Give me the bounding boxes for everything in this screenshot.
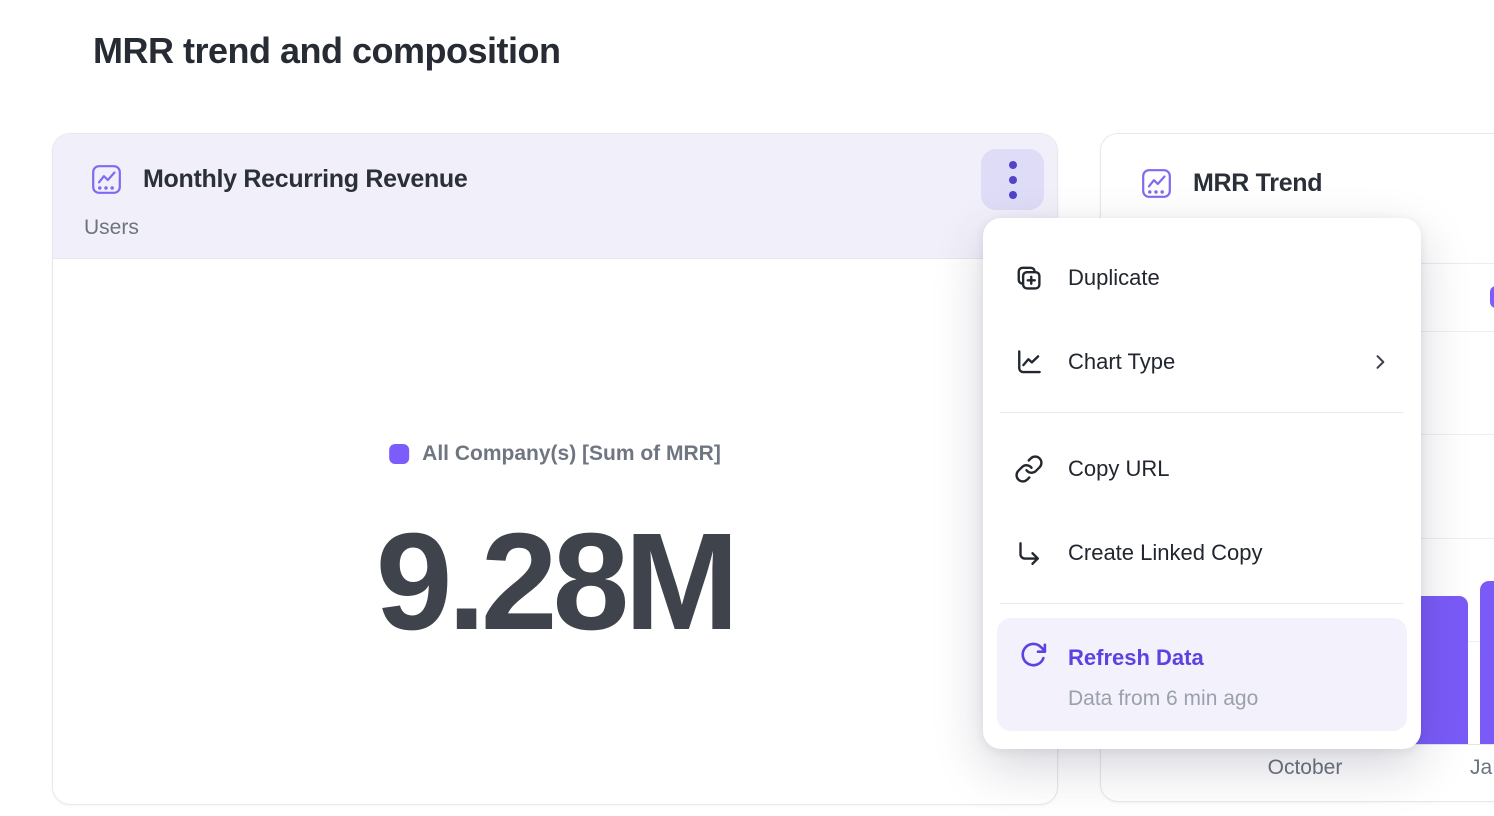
menu-item-label: Chart Type bbox=[1068, 349, 1175, 375]
legend-label: All Company(s) [Sum of MRR] bbox=[422, 442, 721, 466]
mrr-card-title-row: Monthly Recurring Revenue bbox=[91, 164, 468, 195]
menu-item-label: Create Linked Copy bbox=[1068, 540, 1262, 566]
mrr-big-number: 9.28M bbox=[376, 472, 735, 693]
page-title: MRR trend and composition bbox=[93, 30, 561, 72]
trend-bar[interactable] bbox=[1480, 581, 1494, 744]
menu-item-refresh-data[interactable]: Refresh Data Data from 6 min ago bbox=[997, 618, 1407, 731]
x-tick-january-partial: Ja bbox=[1470, 756, 1492, 780]
refresh-data-age-text: Data from 6 min ago bbox=[1068, 687, 1390, 711]
x-tick-october: October bbox=[1232, 756, 1378, 780]
card-options-button[interactable] bbox=[981, 149, 1044, 210]
chart-widget-icon bbox=[91, 164, 122, 195]
duplicate-icon bbox=[1014, 263, 1044, 293]
menu-item-label: Copy URL bbox=[1068, 456, 1169, 482]
mrr-card-subtitle: Users bbox=[84, 216, 139, 240]
chevron-right-icon bbox=[1370, 352, 1390, 372]
card-context-menu: Duplicate Chart Type Copy URL bbox=[983, 218, 1421, 749]
legend-swatch-icon bbox=[389, 444, 409, 464]
refresh-icon bbox=[1018, 640, 1048, 676]
mrr-legend: All Company(s) [Sum of MRR] bbox=[389, 442, 721, 466]
menu-item-label: Refresh Data bbox=[1068, 645, 1204, 671]
chart-widget-icon bbox=[1141, 168, 1172, 199]
mrr-card-header: Monthly Recurring Revenue Users bbox=[53, 134, 1057, 259]
menu-item-duplicate[interactable]: Duplicate bbox=[997, 236, 1407, 320]
menu-item-label: Duplicate bbox=[1068, 265, 1160, 291]
chart-type-icon bbox=[1014, 347, 1044, 377]
trend-card-title: MRR Trend bbox=[1193, 169, 1322, 198]
kebab-menu-icon bbox=[1009, 161, 1017, 169]
legend-swatch-icon bbox=[1490, 286, 1494, 308]
menu-divider bbox=[1000, 412, 1404, 413]
trend-card-title-row: MRR Trend bbox=[1141, 168, 1322, 199]
menu-item-create-linked-copy[interactable]: Create Linked Copy bbox=[997, 511, 1407, 595]
link-icon bbox=[1014, 454, 1044, 484]
mrr-card-title: Monthly Recurring Revenue bbox=[143, 165, 468, 194]
mrr-card: Monthly Recurring Revenue Users All Comp… bbox=[52, 133, 1058, 805]
menu-item-chart-type[interactable]: Chart Type bbox=[997, 320, 1407, 404]
linked-copy-arrow-icon bbox=[1014, 538, 1044, 568]
menu-divider bbox=[1000, 603, 1404, 604]
menu-item-copy-url[interactable]: Copy URL bbox=[997, 427, 1407, 511]
